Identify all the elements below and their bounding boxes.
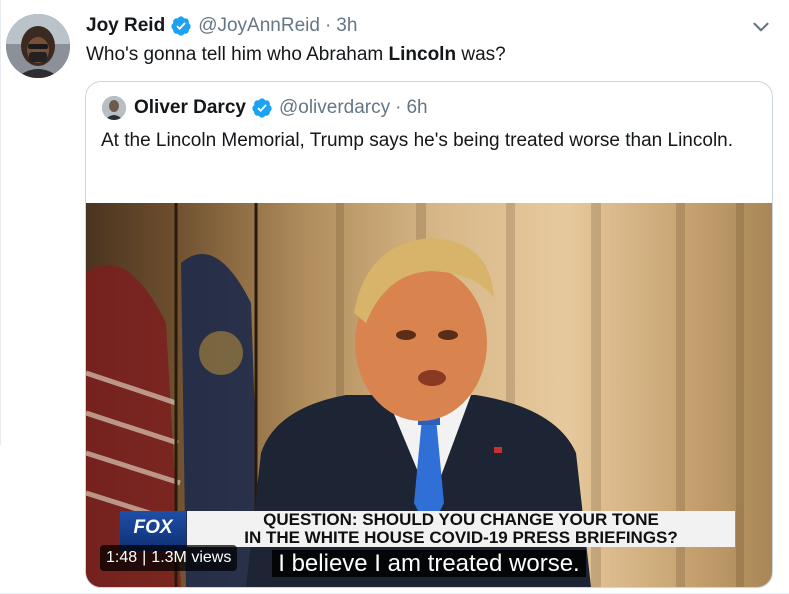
verified-badge-icon [252,98,272,118]
chevron-down-icon[interactable] [748,14,774,40]
tweet-text-bold: Lincoln [388,44,457,65]
video-meta-badge: 1:48 | 1.3M views [100,545,238,571]
video-player[interactable]: FOX QUESTION: SHOULD YOU CHANGE YOUR TON… [86,203,772,587]
tweet-text: Who's gonna tell him who Abraham Lincoln… [86,44,506,66]
quoted-tweet-timestamp[interactable]: 6h [406,97,427,119]
chyron-line-2: IN THE WHITE HOUSE COVID-19 PRESS BRIEFI… [244,528,678,547]
quoted-tweet-header: Oliver Darcy @oliverdarcy · 6h [134,95,428,121]
quoted-author-avatar[interactable] [102,96,126,120]
separator-dot: · [324,15,332,36]
separator-dot: · [395,97,402,118]
tweet-timestamp[interactable]: 3h [336,15,357,37]
author-name[interactable]: Joy Reid [86,15,165,37]
tweet-header: Joy Reid @JoyAnnReid · 3h [86,13,357,39]
author-handle[interactable]: @JoyAnnReid [198,15,320,37]
quoted-author-avatar-image [102,96,126,120]
timeline-divider [0,0,1,445]
quoted-tweet-card[interactable]: Oliver Darcy @oliverdarcy · 6h At the Li… [85,81,773,588]
video-duration: 1:48 [106,549,138,566]
quoted-author-name[interactable]: Oliver Darcy [134,97,246,119]
verified-badge-icon [171,16,191,36]
quoted-tweet-text: At the Lincoln Memorial, Trump says he's… [101,130,734,151]
video-subtitle-text: I believe I am treated worse. [272,550,586,577]
author-avatar[interactable] [6,14,70,78]
tweet-text-part: was? [456,44,506,65]
author-avatar-image [6,14,70,78]
news-chyron: QUESTION: SHOULD YOU CHANGE YOUR TONE IN… [187,511,735,547]
video-meta-separator: | [142,549,147,566]
video-views: 1.3M views [151,549,232,566]
tweet-text-part: Who's gonna tell him who Abraham [86,44,389,65]
chyron-line-1: QUESTION: SHOULD YOU CHANGE YOUR TONE [263,510,659,529]
quoted-author-handle[interactable]: @oliverdarcy [279,97,390,119]
